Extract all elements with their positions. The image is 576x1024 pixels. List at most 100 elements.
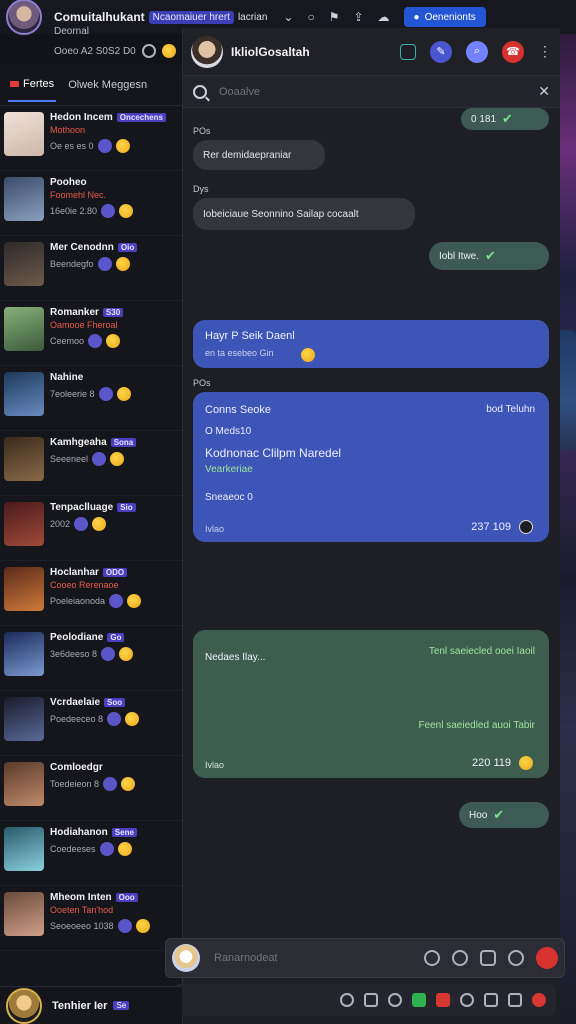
emoji-icon[interactable]: [119, 204, 134, 218]
message-card[interactable]: Nedaes Ilay... Tenl saeiecled ooei Iaoil…: [193, 630, 549, 778]
emoji-icon[interactable]: [110, 452, 125, 466]
list-item[interactable]: Nahine 7eoleerie 8: [0, 366, 182, 431]
message-bubble[interactable]: Iobeiciaue Seonnino Sailap cocaalt: [193, 198, 415, 230]
sticker-icon[interactable]: [484, 993, 498, 1007]
cloud-icon[interactable]: ☁: [378, 10, 390, 24]
video-icon[interactable]: [436, 993, 450, 1007]
mic-icon[interactable]: [532, 993, 546, 1007]
tab-fertes[interactable]: Fertes: [8, 68, 57, 102]
list-item[interactable]: Kamhgeaha Sona Seeeneel: [0, 431, 182, 496]
circle-icon[interactable]: ○: [307, 10, 314, 24]
list-item[interactable]: Hedon Incem Oncechens Mothoon Oe es es 0: [0, 106, 182, 171]
list-item[interactable]: Pooheo Foomehl Nec. 16e0ie 2.80: [0, 171, 182, 236]
conversation-name-row: Vcrdaelaie Soo: [50, 697, 180, 708]
reaction-icon[interactable]: [97, 139, 112, 153]
connect-button-label: Oenenionts: [424, 11, 476, 23]
reaction-icon[interactable]: [109, 594, 124, 608]
share-icon[interactable]: ⇪: [353, 10, 363, 24]
chat-search-input[interactable]: [219, 85, 539, 98]
emoji-icon[interactable]: [135, 919, 150, 933]
reaction-icon[interactable]: [92, 452, 107, 466]
emoji-icon[interactable]: [115, 257, 130, 271]
mention-icon[interactable]: [340, 993, 354, 1007]
message-bubble[interactable]: 0 181 ✔: [461, 108, 549, 130]
reaction-icon[interactable]: [519, 756, 533, 770]
camera-icon[interactable]: [388, 993, 402, 1007]
reaction-icon[interactable]: [74, 517, 89, 531]
avatar[interactable]: [6, 987, 42, 1024]
conversation-body: Mheom Inten Ooo Ooeten Tan'hod Seoeoeeo 103…: [50, 892, 180, 933]
chevron-down-icon[interactable]: ⌄: [283, 10, 293, 24]
reaction-icon[interactable]: [519, 520, 533, 534]
message-bubble[interactable]: Rer demidaepraniar: [193, 140, 325, 170]
reaction-icon[interactable]: [117, 919, 132, 933]
reaction-icon[interactable]: [98, 387, 113, 401]
close-icon[interactable]: ✕: [538, 83, 550, 100]
connect-button[interactable]: ● Oenenionts: [403, 7, 486, 27]
list-item[interactable]: Vcrdaelaie Soo Poedeeceo 8: [0, 691, 182, 756]
message-input[interactable]: [214, 952, 404, 964]
emoji-icon[interactable]: [127, 594, 142, 608]
avatar: [4, 892, 44, 936]
reaction-icon[interactable]: [88, 334, 103, 348]
emoji-icon[interactable]: [161, 44, 176, 58]
reaction-icon[interactable]: [101, 647, 116, 661]
search-icon[interactable]: ⌕: [466, 40, 488, 63]
pen-icon[interactable]: ✎: [430, 40, 452, 63]
reaction-icon[interactable]: [101, 204, 116, 218]
emoji-icon[interactable]: [92, 517, 107, 531]
emoji-icon[interactable]: [117, 842, 132, 856]
emoji-icon[interactable]: [121, 777, 136, 791]
emoji-icon[interactable]: [125, 712, 140, 726]
message-bubble[interactable]: Hoo ✔: [459, 802, 549, 828]
tab-messages[interactable]: Olwek Meggesn: [66, 69, 149, 101]
app-icon[interactable]: [400, 43, 416, 60]
emoji-icon[interactable]: [106, 334, 121, 348]
call-icon[interactable]: ☎: [502, 40, 524, 63]
sender-label: POs: [193, 378, 211, 388]
user-avatar[interactable]: [6, 0, 42, 35]
settings-icon[interactable]: [141, 44, 156, 58]
conversation-name: Peolodiane: [50, 632, 104, 643]
list-item[interactable]: Romanker S30 Oamooe Fheroal Ceemoo: [0, 301, 182, 366]
list-item[interactable]: Peolodiane Go 3e6deeso 8: [0, 626, 182, 691]
bell-icon[interactable]: [508, 950, 524, 966]
contact-avatar[interactable]: [191, 35, 223, 68]
more-icon[interactable]: ⋮: [538, 43, 552, 60]
conversation-meta-text: 7eoleerie 8: [50, 389, 95, 399]
attach-icon[interactable]: [424, 950, 440, 966]
send-icon[interactable]: [536, 947, 558, 969]
avatar: [4, 502, 44, 546]
conversation-name: Mheom Inten: [50, 892, 112, 903]
composer-avatar[interactable]: [172, 944, 200, 972]
tab-label: Fertes: [23, 77, 55, 90]
message-text: Hoo: [469, 809, 488, 821]
emoji-icon[interactable]: [119, 647, 134, 661]
gif-icon[interactable]: [460, 993, 474, 1007]
image-icon[interactable]: [480, 950, 496, 966]
emoji-icon[interactable]: [115, 139, 130, 153]
file-icon[interactable]: [412, 993, 426, 1007]
format-icon[interactable]: [364, 993, 378, 1007]
emoji-picker-icon[interactable]: [508, 993, 522, 1007]
message-bubble[interactable]: Iobl Itwe. ✔: [429, 242, 549, 270]
list-item[interactable]: Mheom Inten Ooo Ooeten Tan'hod Seoeoeeo 103…: [0, 886, 182, 951]
emoji-icon[interactable]: [116, 387, 131, 401]
message-card[interactable]: Conns Seoke bod Teluhn O Meds10 Kodnonac…: [193, 392, 549, 542]
list-item[interactable]: Comloedgr Toedeieon 8: [0, 756, 182, 821]
message-bubble[interactable]: Hayr P Seik Daenl en ta esebeo Gin: [193, 320, 549, 368]
top-icon-group: ⌄ ○ ⚑ ⇪ ☁: [283, 10, 389, 24]
pen-icon[interactable]: [452, 950, 468, 966]
conversation-meta-text: Poedeeceo 8: [50, 714, 104, 724]
list-item[interactable]: Tenpaclluage Sio 2002: [0, 496, 182, 561]
card-meta: Feenl saeiedled auoi Tabir: [418, 720, 535, 731]
list-item[interactable]: Hodiahanon Sene Coedeeses: [0, 821, 182, 886]
reaction-icon[interactable]: [103, 777, 118, 791]
reaction-icon[interactable]: [99, 842, 114, 856]
avatar: [4, 827, 44, 871]
list-item[interactable]: Mer Cenodnn Oio Beendegfo: [0, 236, 182, 301]
list-item[interactable]: Hoclanhar ODO Cooeo Rerenaoe Poeleiaonoda: [0, 561, 182, 626]
reaction-icon[interactable]: [97, 257, 112, 271]
reaction-icon[interactable]: [107, 712, 122, 726]
flag-icon[interactable]: ⚑: [329, 10, 340, 24]
